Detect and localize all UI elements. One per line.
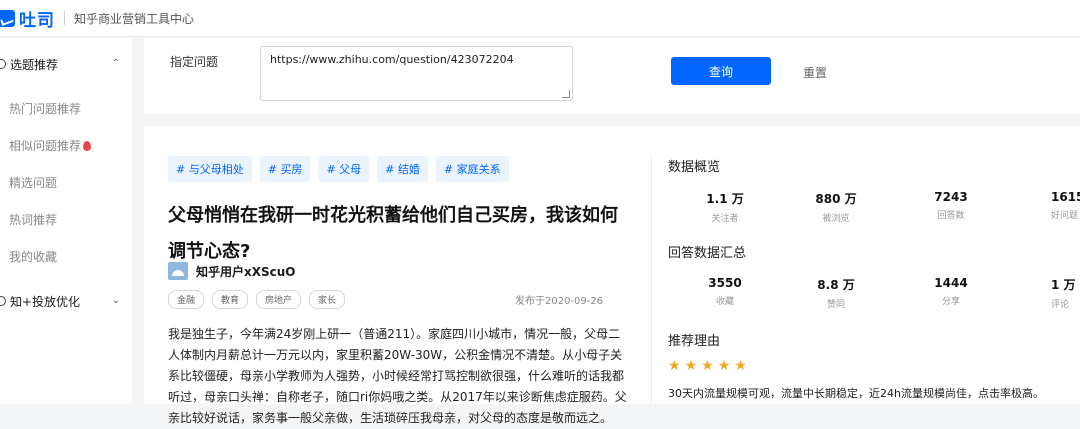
star-icon: ★: [701, 358, 714, 374]
chevron-up-icon: ⌃: [111, 58, 120, 69]
stat-answers: 7243 回答数: [916, 190, 986, 221]
stat-upvotes: 8.8 万 赞同: [801, 276, 871, 310]
stat-label: 评论: [1051, 300, 1070, 310]
bulb-icon: [0, 59, 6, 69]
topic-tag[interactable]: # 买房: [259, 156, 311, 182]
stat-value: 3550: [708, 276, 742, 290]
sidebar-group-label: 知+投放优化: [10, 294, 81, 309]
sidebar-item-hot-words[interactable]: 热词推荐: [0, 201, 132, 238]
question-url-value: https://www.zhihu.com/question/423072204: [270, 53, 514, 66]
stat-label: 被浏览: [822, 214, 850, 224]
author[interactable]: 知乎用户xXScuO: [168, 262, 296, 280]
topic-tag[interactable]: # 父母: [318, 156, 370, 182]
sidebar-group-topic-recommend[interactable]: 选题推荐 ⌃: [0, 38, 132, 90]
sidebar-item-similar-questions[interactable]: 相似问题推荐: [0, 127, 132, 164]
avatar: [168, 262, 188, 280]
category-tag: 房地产: [256, 290, 302, 309]
stat-shares: 1444 分享: [916, 276, 986, 307]
sidebar-group-delivery-optimize[interactable]: 知+投放优化 ⌄: [0, 275, 132, 327]
header-divider: [64, 11, 65, 25]
sidebar-item-label: 热门问题推荐: [9, 102, 82, 116]
logo[interactable]: 吐司: [0, 6, 55, 31]
publish-date: 发布于2020-09-26: [515, 296, 604, 307]
category-tag: 金融: [168, 290, 205, 309]
stat-value: 8.8 万: [817, 278, 855, 292]
sidebar-item-featured-questions[interactable]: 精选问题: [0, 164, 132, 201]
overview-title: 数据概览: [668, 160, 721, 175]
topic-tag[interactable]: # 与父母相处: [168, 156, 252, 182]
sidebar-group-label: 选题推荐: [10, 57, 59, 72]
recommend-title: 推荐理由: [668, 334, 721, 349]
sidebar: 选题推荐 ⌃ 热门问题推荐 相似问题推荐 精选问题 热词推荐 我的收藏 知+投放…: [0, 38, 132, 404]
plus-icon: [0, 296, 6, 306]
stat-label: 关注者: [711, 214, 739, 224]
header-subtitle: 知乎商业营销工具中心: [74, 11, 195, 26]
stat-favorites: 3550 收藏: [690, 276, 760, 307]
top-bar: 吐司 知乎商业营销工具中心: [0, 0, 1080, 37]
rating-stars: ★ ★ ★ ★ ★: [668, 358, 747, 374]
stat-label: 回答数: [937, 211, 965, 221]
logo-text: 吐司: [19, 10, 55, 31]
query-panel: 指定问题 https://www.zhihu.com/question/4230…: [144, 38, 1080, 114]
sidebar-item-label: 精选问题: [9, 176, 58, 190]
sidebar-item-label: 我的收藏: [9, 250, 58, 264]
topic-tags: # 与父母相处 # 买房 # 父母 # 结婚 # 家庭关系: [168, 156, 509, 182]
stat-value: 1615: [1051, 190, 1080, 204]
stat-label: 收藏: [715, 297, 734, 307]
category-tag: 家长: [309, 290, 346, 309]
answers-summary-title: 回答数据汇总: [668, 246, 747, 261]
stat-good-questions: 1615 好问题: [1031, 190, 1080, 221]
divider: [651, 156, 652, 404]
chevron-down-icon: ⌄: [111, 295, 120, 306]
question-title[interactable]: 父母悄悄在我研一时花光积蓄给他们自己买房，我该如何调节心态?: [168, 198, 628, 270]
star-icon: ★: [734, 358, 747, 374]
category-tag: 教育: [212, 290, 249, 309]
topic-tag[interactable]: # 家庭关系: [435, 156, 509, 182]
stat-views: 880 万 被浏览: [801, 190, 871, 224]
sidebar-item-favorites[interactable]: 我的收藏: [0, 238, 132, 275]
query-button[interactable]: 查询: [671, 57, 771, 85]
sidebar-item-label: 热词推荐: [9, 213, 58, 227]
question-field-label: 指定问题: [170, 55, 219, 69]
stat-label: 分享: [941, 297, 960, 307]
resize-handle-icon[interactable]: [562, 90, 570, 98]
sidebar-item-hot-questions[interactable]: 热门问题推荐: [0, 90, 132, 127]
author-name: 知乎用户xXScuO: [196, 264, 296, 279]
recommend-reason: 30天内流量规模可观，流量中长期稳定，近24h流量规模尚佳，点击率极高。: [668, 387, 1044, 400]
stat-label: 赞同: [826, 300, 845, 310]
question-card: # 与父母相处 # 买房 # 父母 # 结婚 # 家庭关系 父母悄悄在我研一时花…: [144, 126, 1080, 425]
category-tags: 金融 教育 房地产 家长: [168, 290, 346, 309]
question-body: 我是独生子，今年满24岁刚上研一（普通211）。家庭四川小城市，情况一般，父母二…: [168, 327, 627, 425]
stat-label: 好问题: [1051, 211, 1079, 221]
topic-tag[interactable]: # 结婚: [377, 156, 428, 182]
logo-icon: [0, 9, 15, 27]
stat-value: 1 万: [1051, 278, 1076, 292]
stat-value: 1444: [934, 276, 968, 290]
flame-icon: [83, 140, 92, 151]
reset-button[interactable]: 重置: [803, 64, 827, 81]
stat-comments: 1 万 评论: [1031, 276, 1080, 310]
star-icon: ★: [684, 358, 698, 374]
stat-value: 880 万: [815, 192, 857, 206]
stat-value: 7243: [934, 190, 968, 204]
question-url-input[interactable]: https://www.zhihu.com/question/423072204: [260, 46, 573, 101]
star-icon: ★: [717, 358, 731, 374]
star-icon: ★: [668, 358, 681, 374]
sidebar-item-label: 相似问题推荐: [9, 139, 82, 153]
stat-value: 1.1 万: [706, 192, 744, 206]
stat-followers: 1.1 万 关注者: [690, 190, 760, 224]
